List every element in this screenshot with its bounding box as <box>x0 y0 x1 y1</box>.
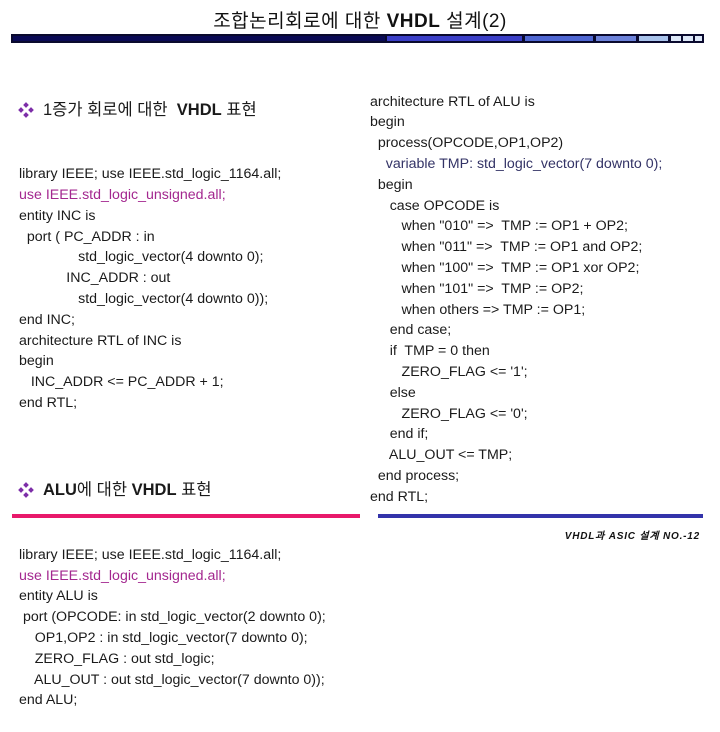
code-line: port (OPCODE: in std_logic_vector(2 down… <box>19 609 326 626</box>
code-line: end process; <box>370 467 460 484</box>
slide-title: 조합논리회로에 대한 VHDL 설계(2) <box>0 6 720 33</box>
footer-rule-left <box>12 514 360 518</box>
right-column: architecture RTL of ALU is begin process(… <box>370 50 662 528</box>
heading-suffix: 표현 <box>221 100 257 119</box>
section-heading-alu: ALU 에 대한 VHDL 표현 <box>18 477 326 503</box>
code-line: INC_ADDR : out <box>19 270 171 287</box>
code-line: entity INC is <box>19 207 96 224</box>
code-line: begin <box>370 176 413 193</box>
code-line: library IEEE; use IEEE.std_logic_1164.al… <box>19 546 282 563</box>
code-line: OP1,OP2 : in std_logic_vector(7 downto 0… <box>19 629 308 646</box>
code-line: std_logic_vector(4 downto 0); <box>19 249 264 266</box>
code-line: else <box>370 384 416 401</box>
code-line: use IEEE.std_logic_unsigned.all; <box>19 186 226 203</box>
code-line: ALU_OUT : out std_logic_vector(7 downto … <box>19 671 325 688</box>
code-line: end RTL; <box>19 394 78 411</box>
code-line: when others => TMP := OP1; <box>370 301 586 318</box>
heading-bold: VHDL <box>176 100 222 119</box>
divider-segment <box>695 36 702 41</box>
code-line: architecture RTL of ALU is <box>370 93 535 110</box>
code-line: when "011" => TMP := OP1 and OP2; <box>370 239 643 256</box>
code-line: variable TMP: std_logic_vector(7 downto … <box>370 155 663 172</box>
code-block-alu-architecture: architecture RTL of ALU is begin process(… <box>370 92 662 508</box>
divider-segment <box>671 36 681 41</box>
code-line: end RTL; <box>370 488 429 505</box>
code-line: port ( PC_ADDR : in <box>19 228 155 245</box>
code-line: end case; <box>370 322 452 339</box>
code-line: ALU_OUT <= TMP; <box>370 447 513 464</box>
divider-segment <box>13 36 385 41</box>
code-line: when "101" => TMP := OP2; <box>370 280 584 297</box>
code-line: case OPCODE is <box>370 197 500 214</box>
code-line: ZERO_FLAG : out std_logic; <box>19 650 215 667</box>
code-line: INC_ADDR <= PC_ADDR + 1; <box>19 374 224 391</box>
code-line: begin <box>19 353 54 370</box>
code-line: when "100" => TMP := OP1 xor OP2; <box>370 259 640 276</box>
slide-title-bold: VHDL <box>386 11 441 32</box>
code-line: end INC; <box>19 311 75 328</box>
heading-text: 에 대한 <box>76 481 132 500</box>
code-line: process(OPCODE,OP1,OP2) <box>370 135 564 152</box>
code-line: library IEEE; use IEEE.std_logic_1164.al… <box>19 166 282 183</box>
code-line: end ALU; <box>19 692 78 709</box>
slide-title-prefix: 조합논리회로에 대한 <box>213 11 387 32</box>
section-heading-inc: 1증가 회로에 대한 VHDL 표현 <box>18 97 326 123</box>
code-line: ZERO_FLAG <= '0'; <box>370 405 528 422</box>
code-line: if TMP = 0 then <box>370 343 490 360</box>
slide-title-suffix: 설계(2) <box>440 11 507 32</box>
heading-suffix: 표현 <box>176 481 212 500</box>
code-line: ZERO_FLAG <= '1'; <box>370 363 528 380</box>
code-line: std_logic_vector(4 downto 0)); <box>19 290 269 307</box>
heading-bold: ALU <box>43 481 77 500</box>
divider-segment <box>683 36 693 41</box>
code-block-alu-entity: library IEEE; use IEEE.std_logic_1164.al… <box>19 545 326 711</box>
footer-rule-right <box>378 514 703 518</box>
code-block-inc: library IEEE; use IEEE.std_logic_1164.al… <box>19 164 326 414</box>
divider-segment <box>525 36 593 41</box>
heading-text: 1증가 회로에 대한 <box>43 100 173 119</box>
left-column: 1증가 회로에 대한 VHDL 표현 library IEEE; use IEE… <box>18 55 326 732</box>
code-line: entity ALU is <box>19 588 98 605</box>
divider-segment <box>596 36 636 41</box>
code-line: begin <box>370 114 405 131</box>
diamond-bullet-icon <box>18 482 34 498</box>
divider-segment <box>387 36 522 41</box>
code-line: end if; <box>370 426 429 443</box>
code-line: when "010" => TMP := OP1 + OP2; <box>370 218 628 235</box>
code-line: use IEEE.std_logic_unsigned.all; <box>19 567 226 584</box>
code-line: architecture RTL of INC is <box>19 332 182 349</box>
divider-segment <box>639 36 668 41</box>
heading-bold-2: VHDL <box>131 481 177 500</box>
diamond-bullet-icon <box>18 101 34 118</box>
